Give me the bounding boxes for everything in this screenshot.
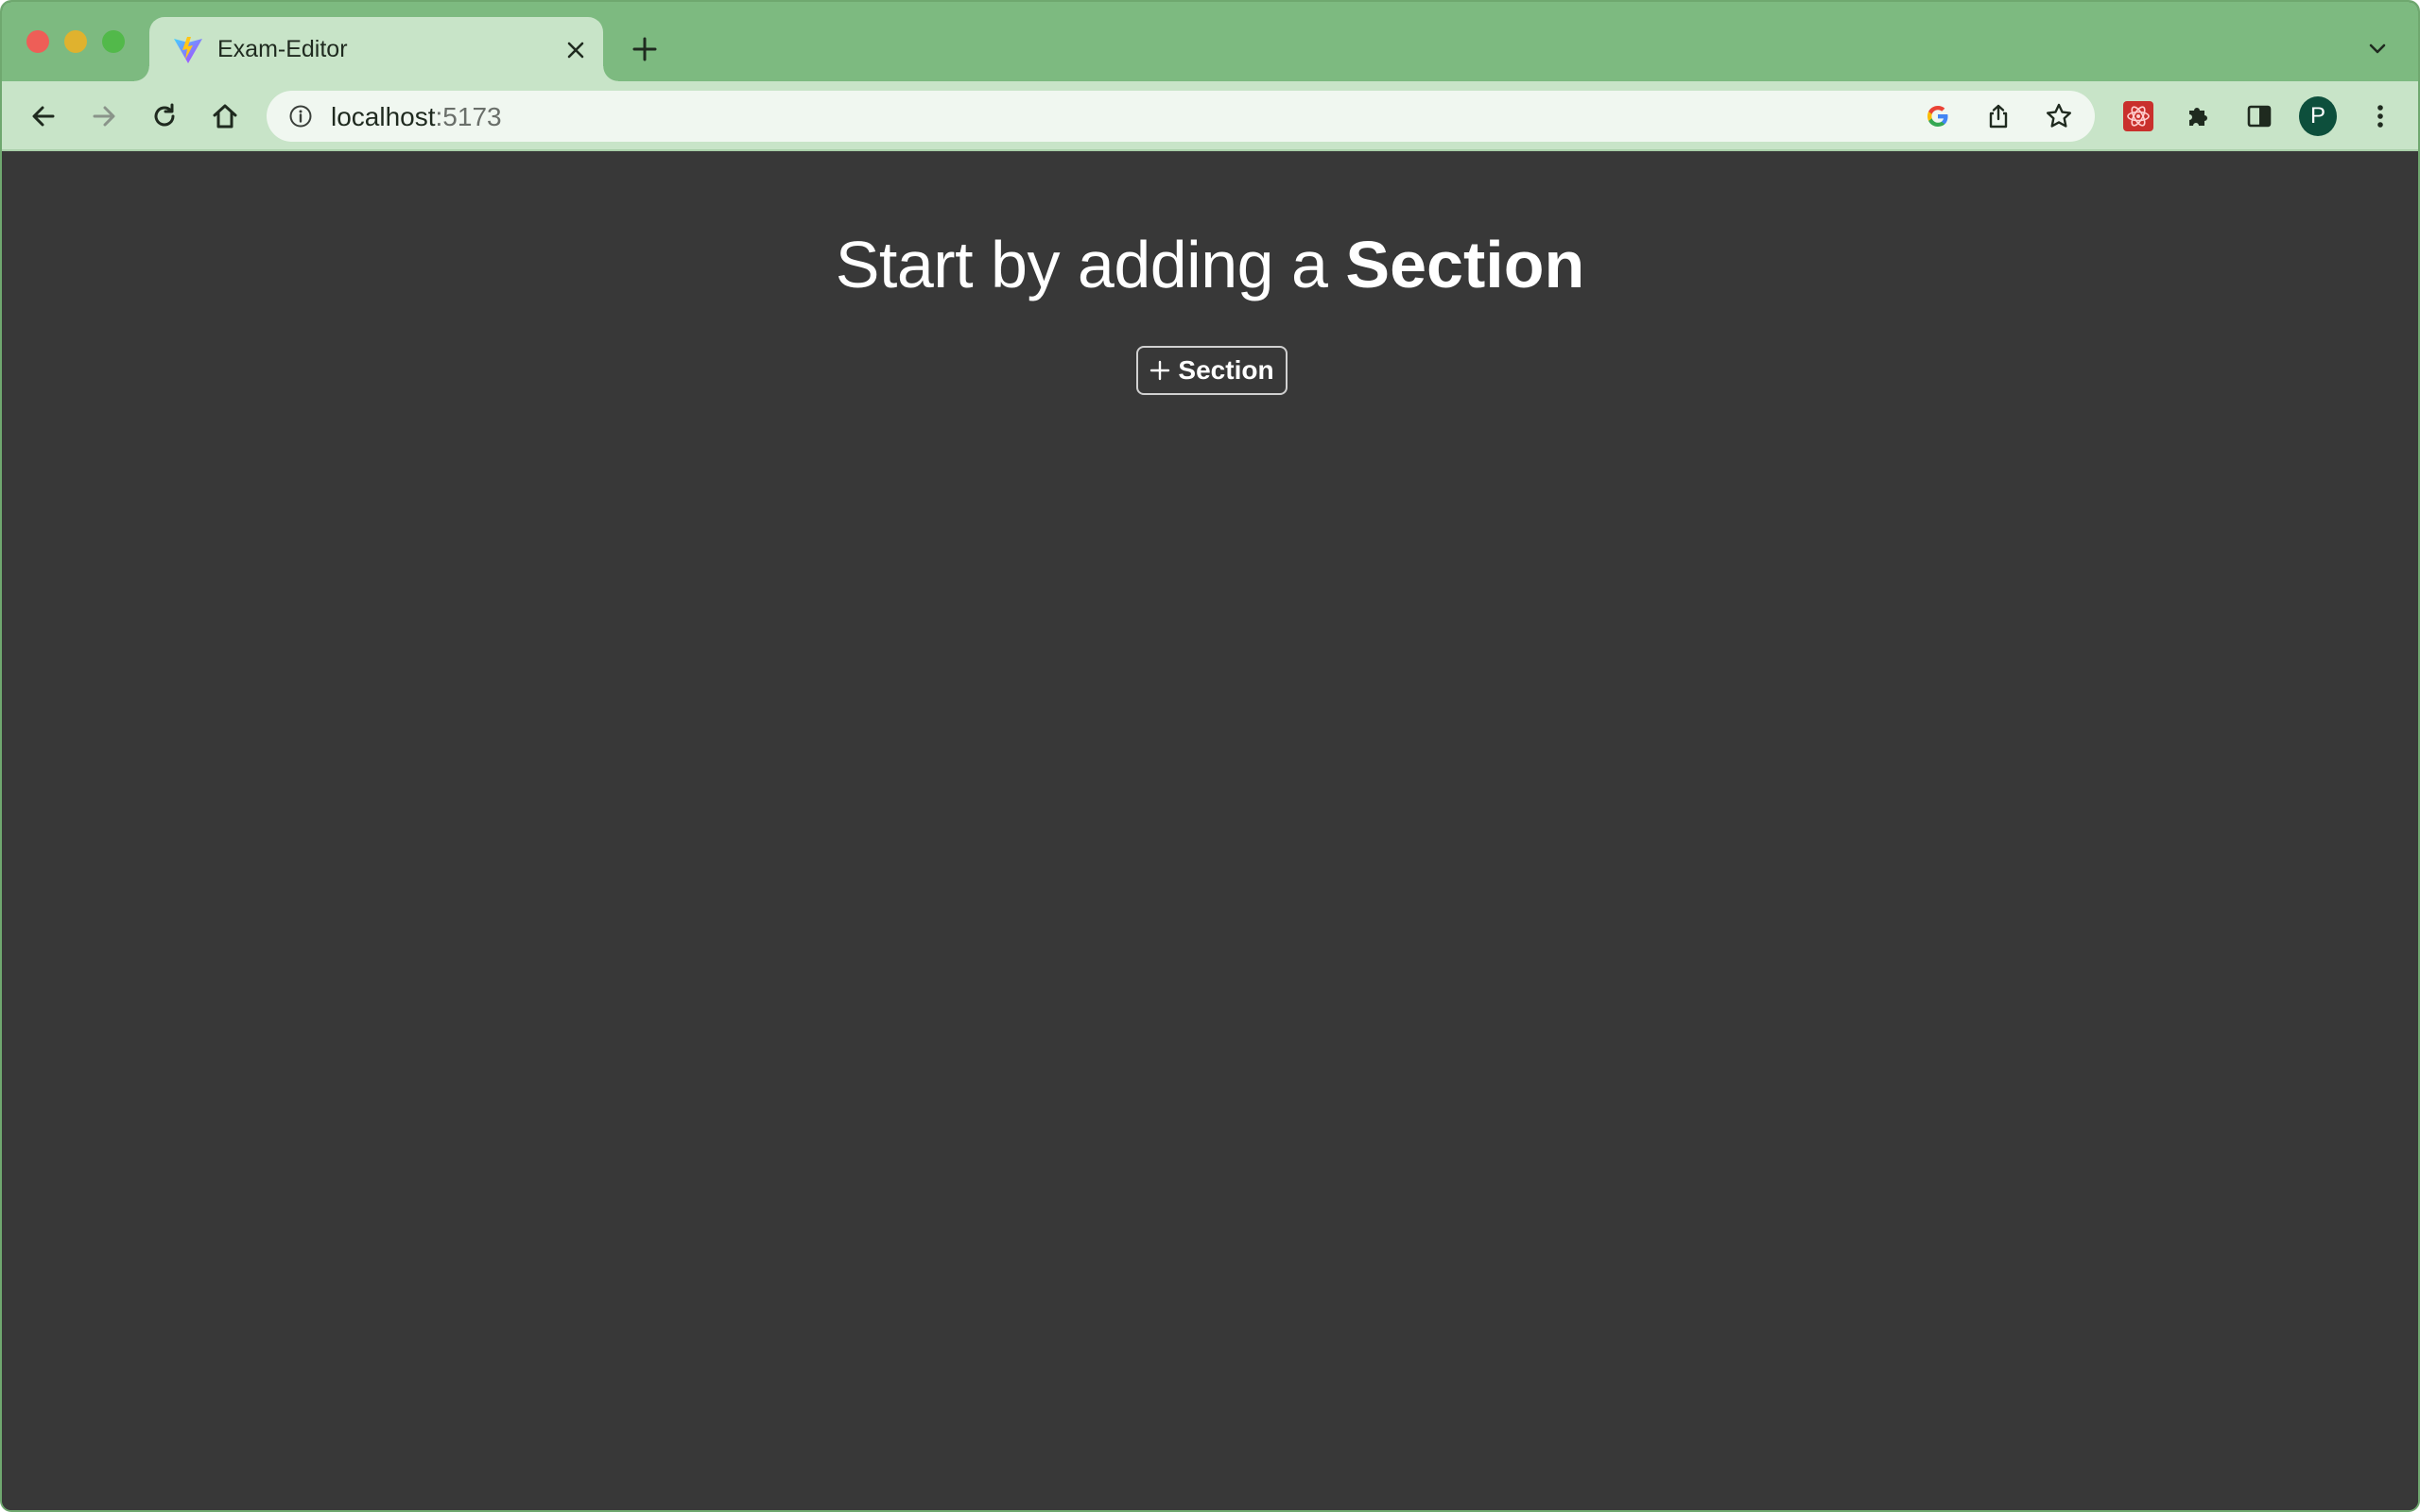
side-panel-icon[interactable] [2240, 97, 2278, 135]
google-lens-icon[interactable] [1923, 101, 1953, 131]
address-bar[interactable]: localhost:5173 [267, 91, 2095, 142]
share-icon[interactable] [1983, 101, 2014, 131]
add-section-button[interactable]: Section [1136, 346, 1288, 395]
tab-exam-editor[interactable]: Exam-Editor [134, 17, 618, 81]
vite-logo-icon [172, 34, 204, 66]
empty-state-headline: Start by adding a Section [2, 227, 2418, 302]
tab-search-chevron-icon[interactable] [2361, 32, 2394, 64]
address-host: localhost [331, 102, 436, 131]
headline-emphasis: Section [1345, 228, 1585, 301]
tab-strip: Exam-Editor [2, 2, 2418, 81]
extension-icon[interactable] [2119, 97, 2157, 135]
profile-avatar: P [2299, 96, 2337, 136]
browser-window: Exam-Editor localhost:5173 P Start by ad… [0, 0, 2420, 1512]
react-devtools-extension-icon [2123, 101, 2153, 131]
reload-icon[interactable] [146, 97, 183, 135]
window-close-button[interactable] [26, 30, 49, 53]
back-arrow-icon[interactable] [25, 97, 62, 135]
home-icon[interactable] [206, 97, 244, 135]
window-minimize-button[interactable] [64, 30, 87, 53]
address-url: localhost:5173 [331, 102, 502, 132]
headline-prefix: Start by adding a [835, 228, 1346, 301]
extensions-puzzle-icon[interactable] [2180, 97, 2218, 135]
window-maximize-button[interactable] [102, 30, 125, 53]
address-port: :5173 [435, 102, 502, 131]
bookmark-star-icon[interactable] [2044, 101, 2074, 131]
browser-toolbar: localhost:5173 P [2, 81, 2418, 151]
new-tab-icon[interactable] [626, 30, 664, 68]
more-menu-icon[interactable] [2361, 97, 2399, 135]
profile-button[interactable]: P [2299, 96, 2337, 136]
plus-icon [1150, 355, 1170, 386]
site-info-icon[interactable] [287, 103, 314, 129]
page-content: Start by adding a Section Section [2, 151, 2418, 1510]
add-section-label: Section [1178, 355, 1274, 385]
tab-title: Exam-Editor [217, 36, 348, 62]
forward-arrow-icon[interactable] [85, 97, 123, 135]
tab-close-icon[interactable] [560, 34, 592, 66]
